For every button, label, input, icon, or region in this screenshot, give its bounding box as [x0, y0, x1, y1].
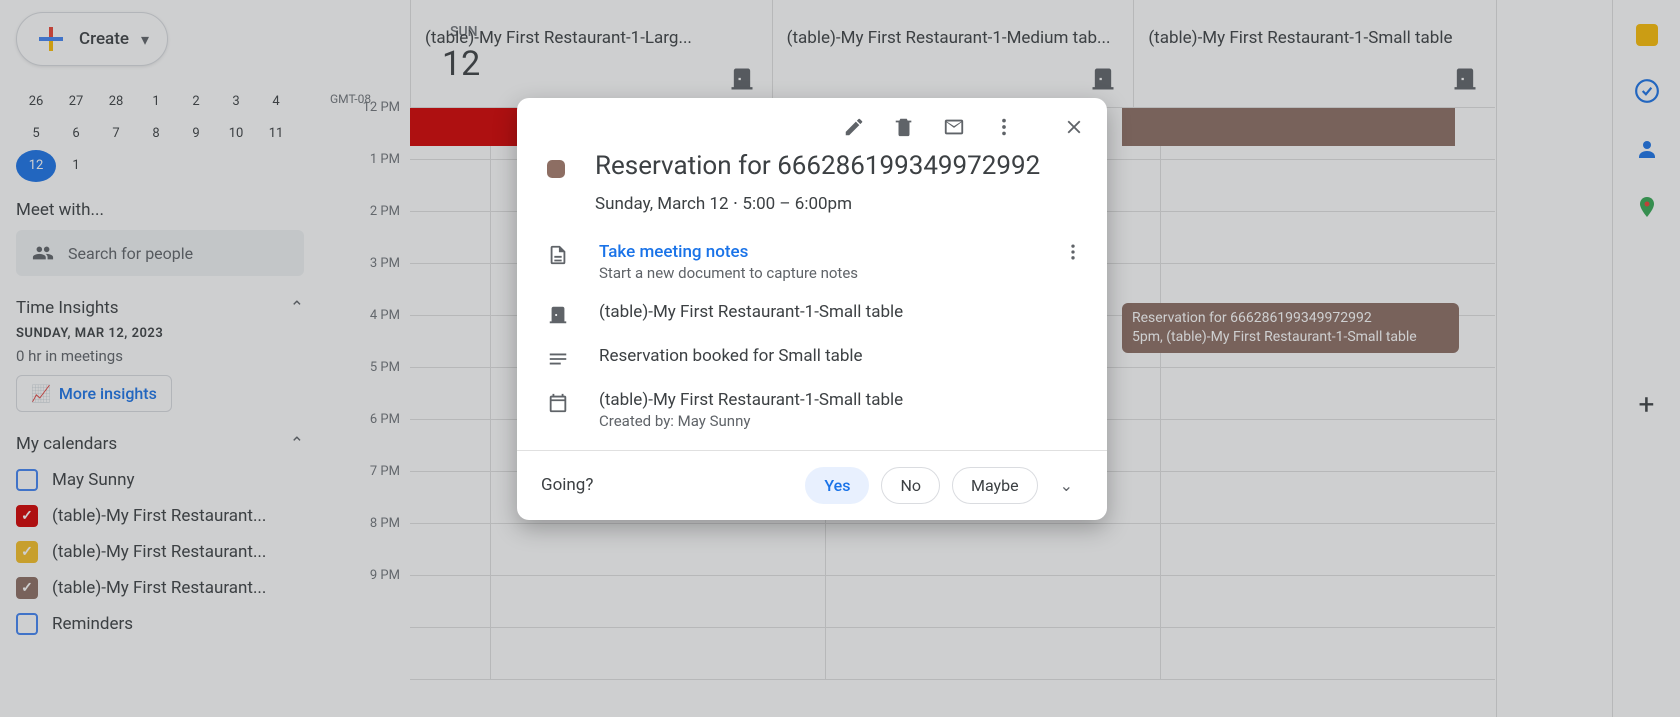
calendar-checkbox[interactable]: [16, 469, 38, 491]
calendar-checkbox[interactable]: [16, 613, 38, 635]
time-insights-hours: 0 hr in meetings: [16, 347, 304, 365]
calendar-item[interactable]: (table)-My First Restaurant...: [16, 570, 304, 606]
document-icon: [547, 244, 569, 266]
notes-subtext: Start a new document to capture notes: [599, 264, 858, 282]
rsvp-maybe-button[interactable]: Maybe: [952, 467, 1038, 504]
delete-icon[interactable]: [893, 116, 915, 138]
time-insights-date: SUNDAY, MAR 12, 2023: [16, 326, 304, 341]
edit-icon[interactable]: [843, 116, 865, 138]
resource-column-header: (table)-My First Restaurant-1-Medium tab…: [772, 0, 1134, 107]
calendar-item[interactable]: (table)-My First Restaurant...: [16, 534, 304, 570]
room-icon: [728, 65, 756, 93]
room-icon: [1089, 65, 1117, 93]
event-color-square: [547, 160, 565, 178]
mini-cal-day[interactable]: 28: [96, 86, 136, 118]
mini-cal-day[interactable]: 7: [96, 118, 136, 150]
calendar-row: (table)-My First Restaurant-1-Small tabl…: [517, 380, 1107, 450]
search-people-placeholder: Search for people: [68, 244, 193, 263]
event-chip[interactable]: Reservation for 666286199349972992 5pm, …: [1122, 303, 1459, 353]
grid-padding: [1496, 0, 1612, 717]
mini-cal-day[interactable]: 4: [256, 86, 296, 118]
mini-cal-day[interactable]: 26: [16, 86, 56, 118]
room-icon: [547, 304, 569, 326]
right-rail: +: [1612, 0, 1680, 717]
mini-cal-day[interactable]: 8: [136, 118, 176, 150]
room-name: (table)-My First Restaurant-1-Small tabl…: [599, 302, 903, 322]
close-icon[interactable]: [1063, 116, 1085, 138]
calendar-icon: [547, 392, 569, 414]
keep-icon[interactable]: [1636, 24, 1658, 46]
calendar-checkbox[interactable]: [16, 577, 38, 599]
calendar-list: May Sunny (table)-My First Restaurant...…: [16, 462, 304, 642]
chevron-up-icon: ⌃: [290, 298, 304, 318]
mini-cal-day[interactable]: 27: [56, 86, 96, 118]
mini-cal-day[interactable]: 10: [216, 118, 256, 150]
plus-icon: [35, 23, 67, 55]
add-addon-icon[interactable]: +: [1634, 391, 1660, 417]
more-insights-button[interactable]: 📈 More insights: [16, 375, 172, 412]
sidebar: Create ▾ 26 27 28 1 2 3 4 5 6 7 8 9 10 1…: [0, 0, 320, 717]
search-people-input[interactable]: Search for people: [16, 230, 304, 276]
event-chip-sub: 5pm, (table)-My First Restaurant-1-Small…: [1132, 328, 1449, 347]
maps-icon[interactable]: [1634, 194, 1660, 220]
rsvp-more-icon[interactable]: ⌄: [1050, 476, 1083, 495]
created-by: Created by: May Sunny: [599, 412, 903, 430]
time-insights-header[interactable]: Time Insights ⌃: [16, 298, 304, 318]
calendar-name: (table)-My First Restaurant-1-Small tabl…: [599, 390, 903, 410]
popup-actions: [517, 98, 1107, 146]
mini-cal-day[interactable]: 5: [16, 118, 56, 150]
mini-cal-day[interactable]: 1: [136, 86, 176, 118]
take-notes-link[interactable]: Take meeting notes: [599, 242, 858, 262]
description-text: Reservation booked for Small table: [599, 346, 863, 366]
notes-menu-icon[interactable]: [1063, 242, 1083, 262]
calendar-item[interactable]: May Sunny: [16, 462, 304, 498]
mini-cal-day[interactable]: 2: [176, 86, 216, 118]
email-icon[interactable]: [943, 116, 965, 138]
mini-cal-day[interactable]: 12: [16, 150, 56, 182]
resource-column-header: (table)-My First Restaurant-1-Small tabl…: [1133, 0, 1495, 107]
calendar-checkbox[interactable]: [16, 505, 38, 527]
event-chip-title: Reservation for 666286199349972992: [1132, 309, 1449, 328]
insights-icon: 📈: [31, 384, 51, 403]
chevron-up-icon: ⌃: [290, 434, 304, 454]
mini-cal-day[interactable]: 11: [256, 118, 296, 150]
rsvp-no-button[interactable]: No: [881, 467, 940, 504]
create-label: Create: [79, 29, 129, 49]
calendar-checkbox[interactable]: [16, 541, 38, 563]
going-label: Going?: [541, 475, 593, 495]
day-header: SUN 12 (table)-My First Restaurant-1-Lar…: [410, 0, 1495, 108]
caret-down-icon: ▾: [141, 30, 149, 49]
rsvp-footer: Going? Yes No Maybe ⌄: [517, 450, 1107, 520]
people-icon: [32, 242, 54, 264]
create-button[interactable]: Create ▾: [16, 12, 168, 66]
room-icon: [1451, 65, 1479, 93]
meet-with-header: Meet with...: [16, 200, 304, 220]
mini-calendar[interactable]: 26 27 28 1 2 3 4 5 6 7 8 9 10 11 12 1: [16, 86, 304, 182]
mini-cal-day[interactable]: 1: [56, 150, 96, 182]
my-calendars-header[interactable]: My calendars ⌃: [16, 434, 304, 454]
more-options-icon[interactable]: [993, 116, 1015, 138]
contacts-icon[interactable]: [1634, 136, 1660, 162]
resource-column-header: (table)-My First Restaurant-1-Larg...: [410, 0, 772, 107]
calendar-item[interactable]: Reminders: [16, 606, 304, 642]
description-row: Reservation booked for Small table: [517, 336, 1107, 380]
mini-cal-day[interactable]: 6: [56, 118, 96, 150]
tasks-icon[interactable]: [1634, 78, 1660, 104]
calendar-item[interactable]: (table)-My First Restaurant...: [16, 498, 304, 534]
mini-cal-day[interactable]: 3: [216, 86, 256, 118]
event-block-brown[interactable]: [1122, 108, 1455, 146]
meeting-notes-row[interactable]: Take meeting notes Start a new document …: [517, 232, 1107, 292]
time-column: 12 PM1 PM2 PM3 PM4 PM5 PM6 PM7 PM8 PM9 P…: [320, 108, 410, 628]
event-datetime: Sunday, March 12 ⋅ 5:00 – 6:00pm: [595, 194, 1040, 214]
event-title: Reservation for 666286199349972992: [595, 150, 1040, 184]
rsvp-yes-button[interactable]: Yes: [805, 467, 869, 504]
event-popup: Reservation for 666286199349972992 Sunda…: [517, 98, 1107, 520]
description-icon: [547, 348, 569, 370]
mini-cal-day[interactable]: 9: [176, 118, 216, 150]
room-row: (table)-My First Restaurant-1-Small tabl…: [517, 292, 1107, 336]
